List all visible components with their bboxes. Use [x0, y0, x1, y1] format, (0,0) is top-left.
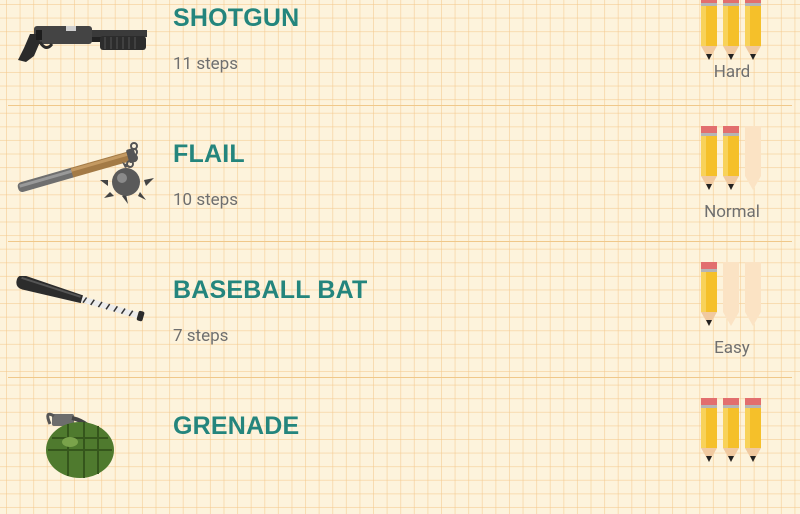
flail-icon	[10, 136, 155, 206]
pencil-icon	[722, 398, 740, 466]
pencil-icon-inactive	[744, 262, 762, 330]
list-item-baseball-bat[interactable]: BASEBALL BAT 7 steps Easy	[0, 242, 800, 378]
pencil-icon	[722, 126, 740, 194]
pencil-icon	[700, 126, 718, 194]
pencil-icon	[744, 398, 762, 466]
pencil-icon-inactive	[722, 262, 740, 330]
pencil-icon	[744, 0, 762, 64]
pencil-rating	[700, 126, 770, 196]
weapon-title: SHOTGUN	[173, 4, 300, 32]
weapon-title: GRENADE	[173, 412, 300, 440]
weapon-title: BASEBALL BAT	[173, 276, 368, 304]
pencil-icon	[700, 0, 718, 64]
difficulty-label: Easy	[714, 338, 750, 358]
pencil-icon	[700, 398, 718, 466]
weapon-steps: 7 steps	[173, 326, 229, 346]
pencil-icon-inactive	[744, 126, 762, 194]
grenade-icon	[10, 408, 155, 478]
list-item-grenade[interactable]: GRENADE	[0, 378, 800, 514]
pencil-rating	[700, 0, 770, 66]
pencil-icon	[722, 0, 740, 64]
difficulty-label: Normal	[704, 202, 760, 222]
list-item-shotgun[interactable]: SHOTGUN 11 steps Hard	[0, 0, 800, 106]
difficulty-label: Hard	[713, 62, 751, 82]
weapon-title: FLAIL	[173, 140, 245, 168]
baseball-bat-icon	[10, 276, 155, 346]
weapon-steps: 11 steps	[173, 54, 238, 74]
pencil-icon	[700, 262, 718, 330]
weapon-steps: 10 steps	[173, 190, 238, 210]
pencil-rating	[700, 398, 770, 468]
list-item-flail[interactable]: FLAIL 10 steps Normal	[0, 106, 800, 242]
shotgun-icon	[10, 12, 155, 82]
pencil-rating	[700, 262, 770, 332]
